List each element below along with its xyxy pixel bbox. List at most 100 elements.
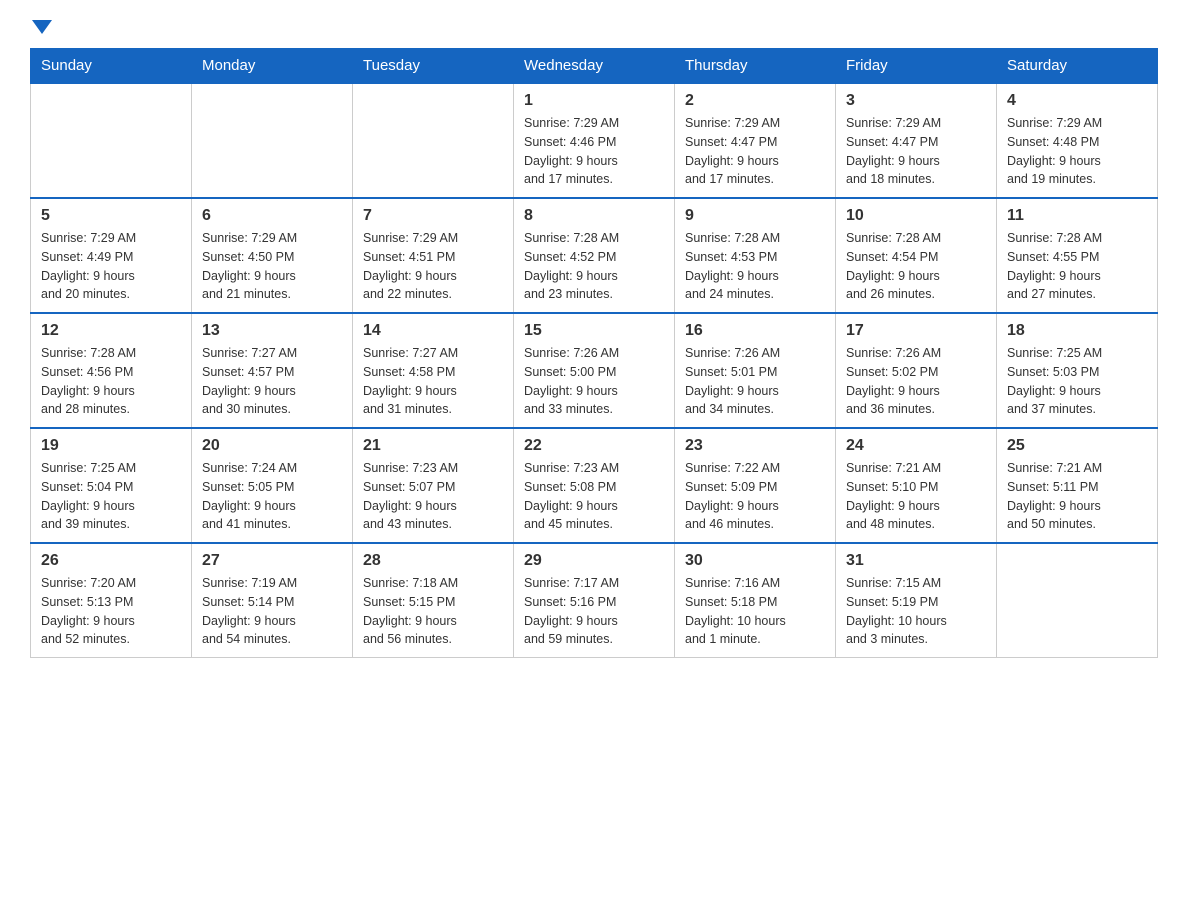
calendar-cell: 24Sunrise: 7:21 AM Sunset: 5:10 PM Dayli… [836,428,997,543]
day-number: 16 [685,322,825,340]
day-info: Sunrise: 7:28 AM Sunset: 4:53 PM Dayligh… [685,229,825,304]
day-info: Sunrise: 7:23 AM Sunset: 5:08 PM Dayligh… [524,459,664,534]
day-number: 18 [1007,322,1147,340]
calendar-week-row: 1 Sunrise: 7:29 AM Sunset: 4:46 PM Daylig… [31,83,1158,198]
day-number: 6 [202,207,342,225]
day-number: 3 [846,92,986,110]
day-info: Sunrise: 7:24 AM Sunset: 5:05 PM Dayligh… [202,459,342,534]
header-saturday: Saturday [997,49,1158,84]
day-number: 7 [363,207,503,225]
day-info: Sunrise: 7:28 AM Sunset: 4:56 PM Dayligh… [41,344,181,419]
header-monday: Monday [192,49,353,84]
day-info: Sunrise: 7:21 AM Sunset: 5:10 PM Dayligh… [846,459,986,534]
calendar-cell: 13 Sunrise: 7:27 AM Sunset: 4:57 PM Dayli… [192,313,353,428]
day-info: Sunrise: 7:25 AM Sunset: 5:03 PM Dayligh… [1007,344,1147,419]
day-number: 26 [41,552,181,570]
calendar-cell: 10 Sunrise: 7:28 AM Sunset: 4:54 PM Dayli… [836,198,997,313]
day-number: 22 [524,437,664,455]
day-info: Sunrise: 7:27 AM Sunset: 4:57 PM Dayligh… [202,344,342,419]
calendar-week-row: 26 Sunrise: 7:20 AM Sunset: 5:13 PM Dayli… [31,543,1158,658]
day-number: 27 [202,552,342,570]
calendar-cell [192,83,353,198]
day-info: Sunrise: 7:29 AM Sunset: 4:49 PM Dayligh… [41,229,181,304]
day-info: Sunrise: 7:27 AM Sunset: 4:58 PM Dayligh… [363,344,503,419]
day-number: 19 [41,437,181,455]
calendar-cell: 15 Sunrise: 7:26 AM Sunset: 5:00 PM Dayli… [514,313,675,428]
day-info: Sunrise: 7:29 AM Sunset: 4:50 PM Dayligh… [202,229,342,304]
day-info: Sunrise: 7:28 AM Sunset: 4:55 PM Dayligh… [1007,229,1147,304]
day-number: 25 [1007,437,1147,455]
calendar-cell: 18 Sunrise: 7:25 AM Sunset: 5:03 PM Dayli… [997,313,1158,428]
day-number: 23 [685,437,825,455]
calendar-cell: 9Sunrise: 7:28 AM Sunset: 4:53 PM Daylig… [675,198,836,313]
calendar-cell [997,543,1158,658]
day-info: Sunrise: 7:25 AM Sunset: 5:04 PM Dayligh… [41,459,181,534]
day-info: Sunrise: 7:15 AM Sunset: 5:19 PM Dayligh… [846,574,986,649]
day-info: Sunrise: 7:20 AM Sunset: 5:13 PM Dayligh… [41,574,181,649]
calendar-cell: 2 Sunrise: 7:29 AM Sunset: 4:47 PM Daylig… [675,83,836,198]
calendar-cell: 20Sunrise: 7:24 AM Sunset: 5:05 PM Dayli… [192,428,353,543]
day-info: Sunrise: 7:28 AM Sunset: 4:54 PM Dayligh… [846,229,986,304]
calendar-cell [353,83,514,198]
day-number: 15 [524,322,664,340]
calendar-cell: 12 Sunrise: 7:28 AM Sunset: 4:56 PM Dayli… [31,313,192,428]
day-info: Sunrise: 7:19 AM Sunset: 5:14 PM Dayligh… [202,574,342,649]
day-number: 29 [524,552,664,570]
header-sunday: Sunday [31,49,192,84]
day-number: 12 [41,322,181,340]
calendar-cell: 8 Sunrise: 7:28 AM Sunset: 4:52 PM Daylig… [514,198,675,313]
calendar-cell: 16 Sunrise: 7:26 AM Sunset: 5:01 PM Dayli… [675,313,836,428]
calendar-cell [31,83,192,198]
day-info: Sunrise: 7:17 AM Sunset: 5:16 PM Dayligh… [524,574,664,649]
calendar-cell: 31 Sunrise: 7:15 AM Sunset: 5:19 PM Dayli… [836,543,997,658]
day-number: 1 [524,92,664,110]
logo [30,20,52,38]
day-info: Sunrise: 7:23 AM Sunset: 5:07 PM Dayligh… [363,459,503,534]
day-number: 28 [363,552,503,570]
header [30,20,1158,38]
calendar-cell: 23 Sunrise: 7:22 AM Sunset: 5:09 PM Dayli… [675,428,836,543]
calendar-cell: 28Sunrise: 7:18 AM Sunset: 5:15 PM Dayli… [353,543,514,658]
calendar-cell: 17Sunrise: 7:26 AM Sunset: 5:02 PM Dayli… [836,313,997,428]
day-info: Sunrise: 7:21 AM Sunset: 5:11 PM Dayligh… [1007,459,1147,534]
day-info: Sunrise: 7:26 AM Sunset: 5:00 PM Dayligh… [524,344,664,419]
day-info: Sunrise: 7:28 AM Sunset: 4:52 PM Dayligh… [524,229,664,304]
header-friday: Friday [836,49,997,84]
day-info: Sunrise: 7:16 AM Sunset: 5:18 PM Dayligh… [685,574,825,649]
calendar-cell: 29 Sunrise: 7:17 AM Sunset: 5:16 PM Dayli… [514,543,675,658]
calendar-cell: 27 Sunrise: 7:19 AM Sunset: 5:14 PM Dayli… [192,543,353,658]
day-number: 10 [846,207,986,225]
day-info: Sunrise: 7:29 AM Sunset: 4:46 PM Dayligh… [524,114,664,189]
calendar-cell: 22 Sunrise: 7:23 AM Sunset: 5:08 PM Dayli… [514,428,675,543]
day-number: 2 [685,92,825,110]
logo-triangle-icon [32,20,52,34]
calendar-week-row: 12 Sunrise: 7:28 AM Sunset: 4:56 PM Dayli… [31,313,1158,428]
calendar-cell: 14 Sunrise: 7:27 AM Sunset: 4:58 PM Dayli… [353,313,514,428]
day-info: Sunrise: 7:29 AM Sunset: 4:47 PM Dayligh… [685,114,825,189]
calendar-cell: 26 Sunrise: 7:20 AM Sunset: 5:13 PM Dayli… [31,543,192,658]
day-number: 21 [363,437,503,455]
header-tuesday: Tuesday [353,49,514,84]
day-number: 8 [524,207,664,225]
calendar-cell: 19 Sunrise: 7:25 AM Sunset: 5:04 PM Dayli… [31,428,192,543]
day-number: 4 [1007,92,1147,110]
day-number: 30 [685,552,825,570]
weekday-header-row: Sunday Monday Tuesday Wednesday Thursday… [31,49,1158,84]
day-number: 31 [846,552,986,570]
day-info: Sunrise: 7:29 AM Sunset: 4:47 PM Dayligh… [846,114,986,189]
header-thursday: Thursday [675,49,836,84]
calendar-cell: 7Sunrise: 7:29 AM Sunset: 4:51 PM Daylig… [353,198,514,313]
day-number: 14 [363,322,503,340]
day-number: 11 [1007,207,1147,225]
day-number: 13 [202,322,342,340]
calendar-cell: 30 Sunrise: 7:16 AM Sunset: 5:18 PM Dayli… [675,543,836,658]
day-number: 5 [41,207,181,225]
day-info: Sunrise: 7:22 AM Sunset: 5:09 PM Dayligh… [685,459,825,534]
day-info: Sunrise: 7:26 AM Sunset: 5:02 PM Dayligh… [846,344,986,419]
day-info: Sunrise: 7:26 AM Sunset: 5:01 PM Dayligh… [685,344,825,419]
calendar-cell: 21 Sunrise: 7:23 AM Sunset: 5:07 PM Dayli… [353,428,514,543]
day-info: Sunrise: 7:29 AM Sunset: 4:48 PM Dayligh… [1007,114,1147,189]
calendar-week-row: 19 Sunrise: 7:25 AM Sunset: 5:04 PM Dayli… [31,428,1158,543]
calendar-cell: 4 Sunrise: 7:29 AM Sunset: 4:48 PM Daylig… [997,83,1158,198]
calendar-cell: 11 Sunrise: 7:28 AM Sunset: 4:55 PM Dayli… [997,198,1158,313]
